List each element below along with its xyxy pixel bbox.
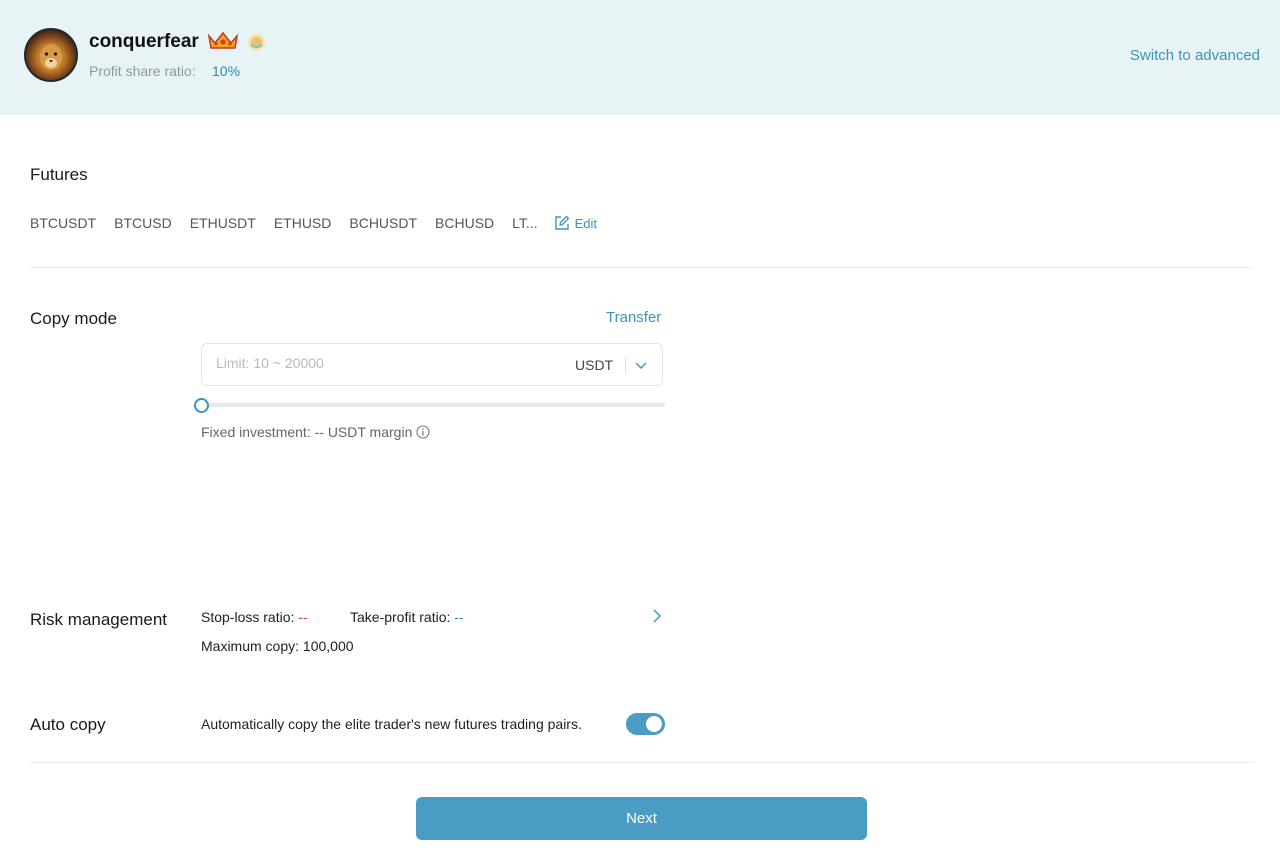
edit-icon	[554, 215, 570, 230]
toggle-knob	[646, 716, 662, 732]
pair-item[interactable]: LT...	[512, 215, 537, 231]
transfer-link[interactable]: Transfer	[606, 309, 661, 326]
info-icon[interactable]	[416, 425, 430, 439]
currency-separator	[625, 357, 626, 373]
take-profit-label: Take-profit ratio:	[350, 609, 451, 625]
take-profit-row: Take-profit ratio: --	[350, 609, 464, 625]
auto-copy-description: Automatically copy the elite trader's ne…	[201, 716, 582, 732]
stop-loss-row: Stop-loss ratio: --	[201, 609, 308, 625]
pair-item[interactable]: BCHUSDT	[349, 215, 417, 231]
switch-to-advanced-link[interactable]: Switch to advanced	[1130, 47, 1260, 64]
stop-loss-label: Stop-loss ratio:	[201, 609, 295, 625]
crown-badge-icon	[207, 31, 239, 49]
trader-name: conquerfear	[89, 31, 199, 52]
pair-item[interactable]: BTCUSD	[114, 215, 172, 231]
futures-title: Futures	[30, 165, 88, 184]
section-divider	[29, 762, 1253, 763]
edit-pairs-button[interactable]: Edit	[554, 215, 597, 231]
pair-item[interactable]: BCHUSD	[435, 215, 494, 231]
pair-item[interactable]: ETHUSDT	[190, 215, 256, 231]
fixed-investment-text: Fixed investment: -- USDT margin	[201, 424, 413, 440]
edit-label: Edit	[574, 215, 597, 231]
amount-slider-track[interactable]	[201, 403, 665, 407]
medal-badge-icon	[248, 34, 265, 51]
lion-avatar-image	[40, 44, 62, 70]
amount-slider-thumb[interactable]	[194, 398, 209, 413]
fixed-investment-info: Fixed investment: -- USDT margin	[201, 424, 430, 440]
section-divider	[29, 267, 1253, 268]
currency-label: USDT	[575, 357, 614, 373]
pair-item[interactable]: BTCUSDT	[30, 215, 96, 231]
auto-copy-toggle[interactable]	[626, 713, 665, 735]
take-profit-value: --	[454, 609, 464, 625]
profit-share-value: 10%	[212, 63, 241, 79]
futures-pairs-list: BTCUSDT BTCUSD ETHUSDT ETHUSD BCHUSDT BC…	[30, 215, 597, 231]
chevron-right-icon[interactable]	[650, 608, 664, 624]
trader-header: conquerfear Profit share ratio: 10% Swit…	[0, 0, 1280, 115]
risk-management-title: Risk management	[30, 610, 168, 629]
profit-share-label: Profit share ratio:	[89, 63, 196, 79]
stop-loss-value: --	[298, 609, 308, 625]
copy-mode-title: Copy mode	[30, 309, 117, 328]
next-button[interactable]: Next	[416, 797, 867, 840]
amount-input-box: USDT	[201, 343, 663, 386]
pair-item[interactable]: ETHUSD	[274, 215, 332, 231]
amount-input[interactable]	[216, 355, 536, 371]
auto-copy-title: Auto copy	[30, 715, 106, 734]
chevron-down-icon[interactable]	[634, 358, 648, 372]
max-copy-text: Maximum copy: 100,000	[201, 638, 354, 654]
trader-avatar[interactable]	[24, 28, 78, 82]
